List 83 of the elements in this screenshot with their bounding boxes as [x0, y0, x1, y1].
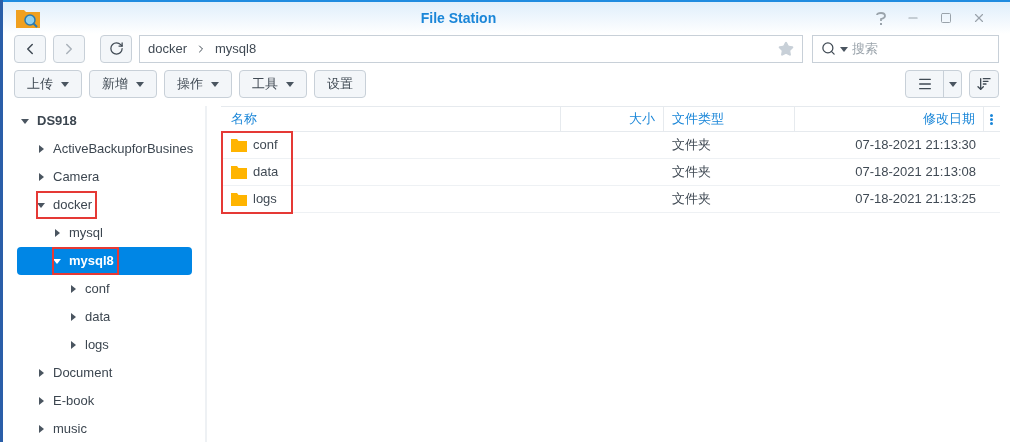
toolbar-button[interactable]: 设置 — [314, 70, 366, 98]
caret-down-icon[interactable] — [211, 80, 219, 88]
tree-item[interactable]: docker — [3, 191, 205, 219]
folder-name: mysql — [69, 224, 103, 243]
folder-icon — [231, 138, 247, 152]
caret-right-icon[interactable] — [37, 369, 45, 377]
toolbar-button[interactable]: 新增 — [89, 70, 157, 98]
refresh-icon[interactable] — [108, 41, 124, 56]
file-row[interactable]: logs 文件夹 07-18-2021 21:13:25 — [221, 186, 1000, 213]
modified-date: 07-18-2021 21:13:25 — [854, 190, 977, 209]
modified-date: 07-18-2021 21:13:30 — [854, 136, 977, 155]
tree-item[interactable]: E-book — [3, 387, 205, 415]
search-input[interactable]: 搜索 — [852, 38, 972, 59]
tree-item[interactable]: DS918 — [3, 107, 205, 135]
folder-name: docker — [53, 196, 93, 215]
app-folder-search-icon — [15, 7, 41, 29]
toolbar-button[interactable]: 上传 — [14, 70, 82, 98]
file-name: data — [253, 163, 279, 182]
caret-down-icon[interactable] — [61, 80, 69, 88]
view-mode-button[interactable] — [905, 70, 962, 98]
folder-name: conf — [85, 280, 110, 299]
file-type: 文件夹 — [671, 136, 712, 155]
caret-down-icon[interactable] — [21, 117, 29, 125]
caret-down-icon[interactable] — [286, 80, 294, 88]
caret-right-icon[interactable] — [69, 341, 77, 349]
column-header[interactable]: 修改日期 — [795, 107, 984, 131]
column-menu-icon[interactable] — [989, 113, 993, 125]
sort-icon[interactable] — [976, 76, 992, 92]
folder-icon — [231, 192, 247, 206]
refresh-button[interactable] — [100, 34, 132, 63]
path-segment[interactable]: docker — [148, 38, 188, 59]
caret-right-icon[interactable] — [37, 145, 45, 153]
file-name: logs — [253, 190, 277, 209]
caret-right-icon[interactable] — [53, 229, 61, 237]
folder-icon — [231, 165, 247, 179]
caret-down-icon[interactable] — [136, 80, 144, 88]
tree-item[interactable]: music — [3, 415, 205, 442]
folder-name: Camera — [53, 168, 100, 187]
file-row[interactable]: conf 文件夹 07-18-2021 21:13:30 — [221, 132, 1000, 159]
folder-name: data — [85, 308, 111, 327]
file-name: conf — [253, 136, 278, 155]
tree-item[interactable]: data — [3, 303, 205, 331]
window-title: File Station — [419, 8, 498, 28]
file-type: 文件夹 — [671, 163, 712, 182]
toolbar-button[interactable]: 工具 — [239, 70, 307, 98]
tree-item[interactable]: mysql8 — [17, 247, 192, 275]
search-field[interactable]: 搜索 — [812, 34, 999, 63]
caret-right-icon[interactable] — [69, 313, 77, 321]
folder-name: music — [53, 420, 87, 439]
folder-name: DS918 — [37, 112, 77, 131]
path-segment[interactable]: mysql8 — [215, 38, 257, 59]
folder-name: mysql8 — [69, 252, 114, 271]
modified-date: 07-18-2021 21:13:08 — [854, 163, 977, 182]
folder-name: E-book — [53, 392, 95, 411]
folder-name: ActiveBackupforBusines — [53, 140, 194, 159]
caret-down-icon[interactable] — [53, 257, 61, 265]
folder-name: logs — [85, 336, 109, 355]
caret-right-icon[interactable] — [37, 425, 45, 433]
toolbar-button[interactable]: 操作 — [164, 70, 232, 98]
list-view-icon[interactable] — [916, 76, 933, 92]
file-row[interactable]: data 文件夹 07-18-2021 21:13:08 — [221, 159, 1000, 186]
caret-right-icon[interactable] — [37, 397, 45, 405]
column-header[interactable]: 大小 — [561, 107, 664, 131]
caret-down-icon[interactable] — [37, 201, 45, 209]
tree-item[interactable]: logs — [3, 331, 205, 359]
caret-right-icon[interactable] — [37, 173, 45, 181]
column-header[interactable]: 文件类型 — [664, 107, 795, 131]
sort-button[interactable] — [969, 70, 999, 98]
caret-right-icon[interactable] — [69, 285, 77, 293]
column-header[interactable]: 名称 — [221, 107, 561, 131]
star-icon[interactable] — [778, 40, 794, 57]
tree-item[interactable]: ActiveBackupforBusines — [3, 135, 205, 163]
search-icon[interactable] — [821, 41, 836, 56]
folder-name: Document — [53, 364, 113, 383]
back-button[interactable] — [14, 34, 46, 63]
tree-item[interactable]: Document — [3, 359, 205, 387]
file-type: 文件夹 — [671, 190, 712, 209]
path-field[interactable]: docker mysql8 — [139, 34, 803, 63]
tree-item[interactable]: Camera — [3, 163, 205, 191]
tree-item[interactable]: conf — [3, 275, 205, 303]
tree-item[interactable]: mysql — [3, 219, 205, 247]
caret-down-icon[interactable] — [948, 80, 957, 88]
caret-down-icon[interactable] — [840, 44, 848, 53]
